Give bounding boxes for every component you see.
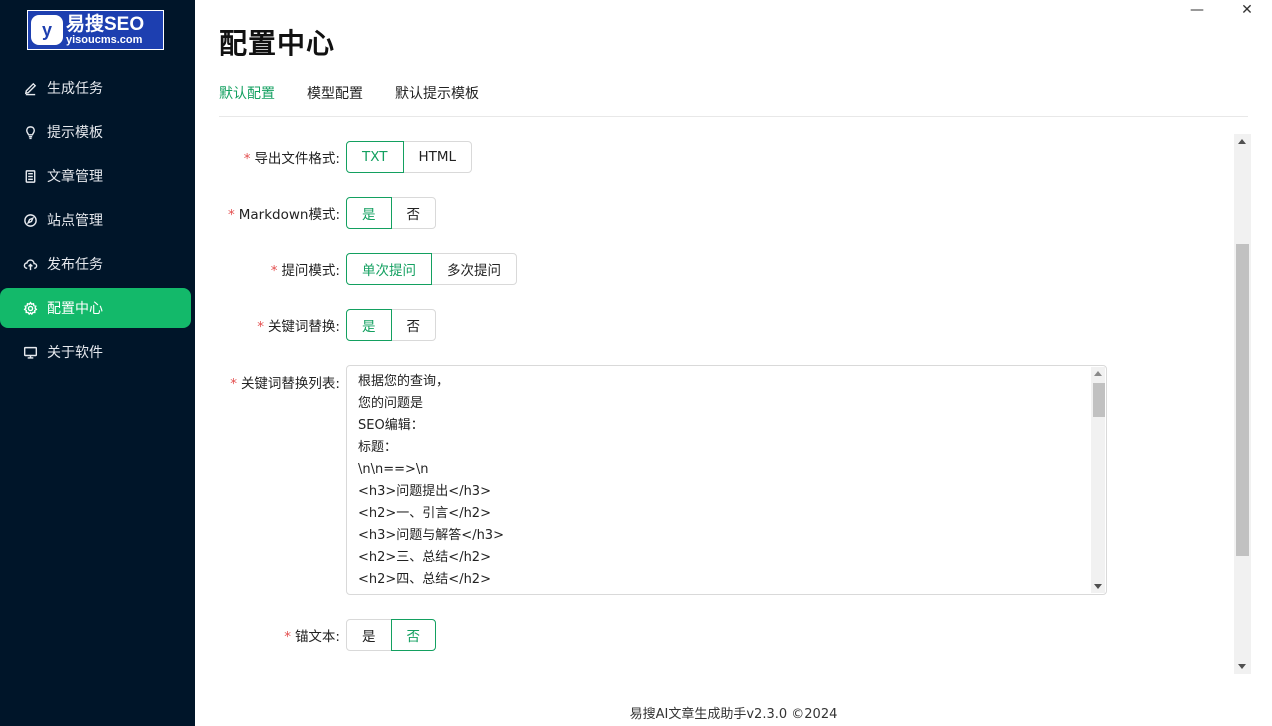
bulb-icon bbox=[22, 124, 38, 140]
form-row-keyword-replace: * 关键词替换: 是 否 bbox=[219, 309, 436, 341]
sidebar-item-label: 生成任务 bbox=[47, 81, 103, 97]
required-mark: * bbox=[230, 376, 237, 392]
anchor-text-yes-option[interactable]: 是 bbox=[346, 619, 392, 651]
page-scrollbar[interactable] bbox=[1234, 134, 1251, 674]
required-mark: * bbox=[284, 629, 291, 645]
config-form: * 导出文件格式: TXT HTML * Markdown模式: 是 否 * 提问模式… bbox=[219, 134, 1234, 674]
app-logo: y 易搜SEO yisoucms.com bbox=[27, 10, 164, 50]
sidebar-item-label: 文章管理 bbox=[47, 169, 103, 185]
config-tabs: 默认配置 模型配置 默认提示模板 bbox=[219, 82, 1248, 117]
markdown-label: Markdown模式: bbox=[238, 207, 340, 223]
sidebar-item-label: 站点管理 bbox=[47, 213, 103, 229]
sidebar-item-label: 发布任务 bbox=[47, 257, 103, 273]
keyword-list-line: 您的问题是 bbox=[358, 396, 424, 411]
ask-mode-radio-group: 单次提问 多次提问 bbox=[346, 253, 517, 285]
keyword-list-line: <h3>问题与解答</h3> bbox=[358, 528, 504, 543]
sidebar-item-prompt-template[interactable]: 提示模板 bbox=[0, 112, 191, 152]
form-row-ask-mode: * 提问模式: 单次提问 多次提问 bbox=[219, 253, 517, 285]
sidebar-item-about[interactable]: 关于软件 bbox=[0, 332, 191, 372]
anchor-text-radio-group: 是 否 bbox=[346, 619, 436, 651]
cloud-upload-icon bbox=[22, 256, 38, 272]
page-scroll-thumb[interactable] bbox=[1236, 244, 1249, 556]
keyword-list-label: 关键词替换列表: bbox=[240, 376, 340, 392]
keyword-list-line: \n\n==>\n bbox=[358, 462, 429, 477]
markdown-no-option[interactable]: 否 bbox=[390, 197, 436, 229]
textarea-scroll-thumb[interactable] bbox=[1093, 383, 1105, 417]
textarea-scrollbar[interactable] bbox=[1091, 367, 1105, 593]
keyword-list-line: <h2>三、总结</h2> bbox=[358, 550, 491, 565]
tab-default-config[interactable]: 默认配置 bbox=[219, 82, 275, 117]
sidebar-item-label: 关于软件 bbox=[47, 345, 103, 361]
keyword-list-line: <h2>一、引言</h2> bbox=[358, 506, 491, 521]
keyword-list-line: 标题： bbox=[358, 440, 398, 455]
scroll-up-arrow-icon[interactable] bbox=[1094, 371, 1102, 376]
ask-mode-multiple-option[interactable]: 多次提问 bbox=[431, 253, 517, 285]
sidebar-nav: 生成任务 提示模板 文章管理 站点管理 发布任务 配置中心 关于软件 bbox=[0, 68, 195, 376]
ask-mode-single-option[interactable]: 单次提问 bbox=[346, 253, 432, 285]
sidebar-item-site-manage[interactable]: 站点管理 bbox=[0, 200, 191, 240]
export-format-html-option[interactable]: HTML bbox=[402, 141, 473, 173]
sidebar-item-generate-task[interactable]: 生成任务 bbox=[0, 68, 191, 108]
keyword-list-line: <h2>四、总结</h2> bbox=[358, 572, 491, 587]
tab-default-prompt-template[interactable]: 默认提示模板 bbox=[395, 82, 479, 117]
monitor-icon bbox=[22, 344, 38, 360]
required-mark: * bbox=[243, 151, 251, 167]
sidebar: y 易搜SEO yisoucms.com 生成任务 提示模板 文章管理 站点管理… bbox=[0, 0, 195, 726]
anchor-text-label: 锚文本: bbox=[294, 629, 340, 645]
sidebar-item-label: 提示模板 bbox=[47, 125, 103, 141]
logo-main-text: 易搜SEO bbox=[66, 13, 145, 35]
sidebar-item-label: 配置中心 bbox=[47, 301, 103, 317]
required-mark: * bbox=[270, 263, 278, 279]
scroll-up-arrow-icon[interactable] bbox=[1238, 139, 1246, 144]
form-row-keyword-list: * 关键词替换列表: 根据您的查询， 您的问题是 SEO编辑： 标题： \n\n=… bbox=[219, 365, 1107, 595]
form-row-export-format: * 导出文件格式: TXT HTML bbox=[219, 141, 473, 173]
logo-badge-letter: y bbox=[31, 15, 63, 45]
form-row-markdown: * Markdown模式: 是 否 bbox=[219, 197, 436, 229]
export-format-radio-group: TXT HTML bbox=[346, 141, 473, 173]
export-format-label: 导出文件格式: bbox=[254, 151, 340, 167]
edit-icon bbox=[22, 80, 38, 96]
page-title: 配置中心 bbox=[219, 27, 336, 60]
keyword-list-textarea[interactable]: 根据您的查询， 您的问题是 SEO编辑： 标题： \n\n==>\n <h3>问… bbox=[346, 365, 1107, 595]
sidebar-item-publish-task[interactable]: 发布任务 bbox=[0, 244, 191, 284]
sidebar-item-config-center[interactable]: 配置中心 bbox=[0, 288, 191, 328]
keyword-replace-yes-option[interactable]: 是 bbox=[346, 309, 392, 341]
anchor-text-no-option[interactable]: 否 bbox=[390, 619, 436, 651]
compass-icon bbox=[22, 212, 38, 228]
keyword-list-content: 根据您的查询， 您的问题是 SEO编辑： 标题： \n\n==>\n <h3>问… bbox=[347, 366, 1106, 594]
logo-sub-text: yisoucms.com bbox=[66, 33, 143, 46]
main-panel: 配置中心 默认配置 模型配置 默认提示模板 * 导出文件格式: TXT HTML … bbox=[195, 0, 1272, 726]
logo-badge: y bbox=[28, 11, 66, 49]
ask-mode-label: 提问模式: bbox=[281, 263, 340, 279]
gear-icon bbox=[22, 300, 38, 316]
tab-model-config[interactable]: 模型配置 bbox=[307, 82, 363, 117]
sidebar-item-article-manage[interactable]: 文章管理 bbox=[0, 156, 191, 196]
form-row-anchor-text: * 锚文本: 是 否 bbox=[219, 619, 436, 651]
keyword-replace-no-option[interactable]: 否 bbox=[390, 309, 436, 341]
scroll-down-arrow-icon[interactable] bbox=[1238, 664, 1246, 669]
footer-version: 易搜AI文章生成助手v2.3.0 ©2024 bbox=[629, 707, 838, 722]
keyword-replace-radio-group: 是 否 bbox=[346, 309, 436, 341]
markdown-yes-option[interactable]: 是 bbox=[346, 197, 392, 229]
required-mark: * bbox=[227, 207, 235, 223]
scroll-down-arrow-icon[interactable] bbox=[1094, 584, 1102, 589]
export-format-txt-option[interactable]: TXT bbox=[346, 141, 404, 173]
markdown-radio-group: 是 否 bbox=[346, 197, 436, 229]
keyword-list-line: 根据您的查询， bbox=[358, 374, 450, 389]
required-mark: * bbox=[257, 319, 264, 335]
keyword-list-line: SEO编辑： bbox=[358, 418, 424, 433]
document-icon bbox=[22, 168, 38, 184]
keyword-replace-label: 关键词替换: bbox=[267, 319, 340, 335]
keyword-list-line: <h3>问题提出</h3> bbox=[358, 484, 491, 499]
